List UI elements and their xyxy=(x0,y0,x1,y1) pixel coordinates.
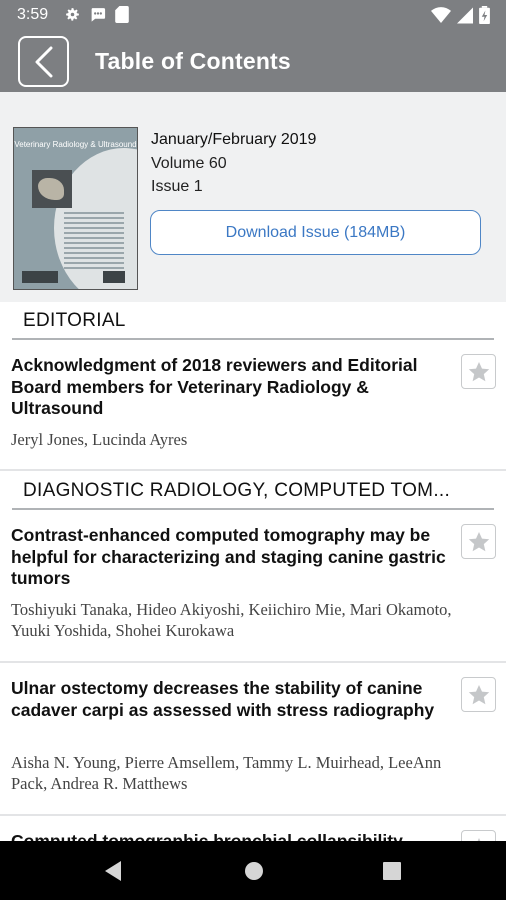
nav-recents-icon[interactable] xyxy=(383,862,401,880)
download-issue-button[interactable]: Download Issue (184MB) xyxy=(150,210,481,255)
signal-icon xyxy=(457,7,473,23)
status-time: 3:59 xyxy=(17,6,49,23)
nav-back-icon[interactable] xyxy=(103,860,123,882)
back-button[interactable] xyxy=(18,36,69,87)
favorite-button[interactable] xyxy=(461,524,496,559)
battery-icon xyxy=(479,6,490,24)
app-bar: Table of Contents xyxy=(0,31,506,92)
article-authors: Aisha N. Young, Pierre Amsellem, Tammy L… xyxy=(11,753,442,793)
status-bar: 3:59 xyxy=(0,0,506,31)
article-item[interactable]: Computed tomographic bronchial collapsib… xyxy=(0,817,506,841)
star-icon xyxy=(468,361,489,381)
page-title: Table of Contents xyxy=(95,48,291,74)
issue-cover-image[interactable]: Veterinary Radiology & Ultrasound xyxy=(13,127,138,290)
article-authors: Jeryl Jones, Lucinda Ayres xyxy=(11,430,188,449)
issue-header: Veterinary Radiology & Ultrasound Januar… xyxy=(0,92,506,302)
article-title[interactable]: Acknowledgment of 2018 reviewers and Edi… xyxy=(11,355,451,420)
issue-number: Issue 1 xyxy=(151,178,203,195)
favorite-button[interactable] xyxy=(461,830,496,841)
cover-logo xyxy=(22,271,58,283)
sd-card-icon xyxy=(115,6,129,23)
article-authors: Toshiyuki Tanaka, Hideo Akiyoshi, Keiich… xyxy=(11,600,452,640)
cover-title: Veterinary Radiology & Ultrasound xyxy=(14,140,137,149)
publisher-logo xyxy=(103,271,125,283)
chat-icon xyxy=(91,8,106,22)
article-title[interactable]: Ulnar ostectomy decreases the stability … xyxy=(11,678,451,721)
article-item[interactable]: Ulnar ostectomy decreases the stability … xyxy=(0,664,506,816)
star-icon xyxy=(468,531,489,551)
nav-home-icon[interactable] xyxy=(243,860,265,882)
article-title[interactable]: Computed tomographic bronchial collapsib… xyxy=(11,831,451,841)
favorite-button[interactable] xyxy=(461,677,496,712)
navigation-bar xyxy=(0,841,506,900)
issue-date: January/February 2019 xyxy=(151,131,317,148)
section-heading: EDITORIAL xyxy=(12,302,494,340)
article-item[interactable]: Acknowledgment of 2018 reviewers and Edi… xyxy=(0,341,506,471)
star-icon xyxy=(468,684,489,704)
status-icons-left xyxy=(64,6,129,23)
gear-icon xyxy=(66,8,79,21)
article-item[interactable]: Contrast-enhanced computed tomography ma… xyxy=(0,511,506,663)
favorite-button[interactable] xyxy=(461,354,496,389)
section-heading: DIAGNOSTIC RADIOLOGY, COMPUTED TOM... xyxy=(12,472,494,510)
status-icons-right xyxy=(431,6,490,24)
chevron-left-icon xyxy=(35,46,52,77)
wifi-icon xyxy=(431,6,451,23)
article-title[interactable]: Contrast-enhanced computed tomography ma… xyxy=(11,525,451,590)
issue-volume: Volume 60 xyxy=(151,155,227,172)
